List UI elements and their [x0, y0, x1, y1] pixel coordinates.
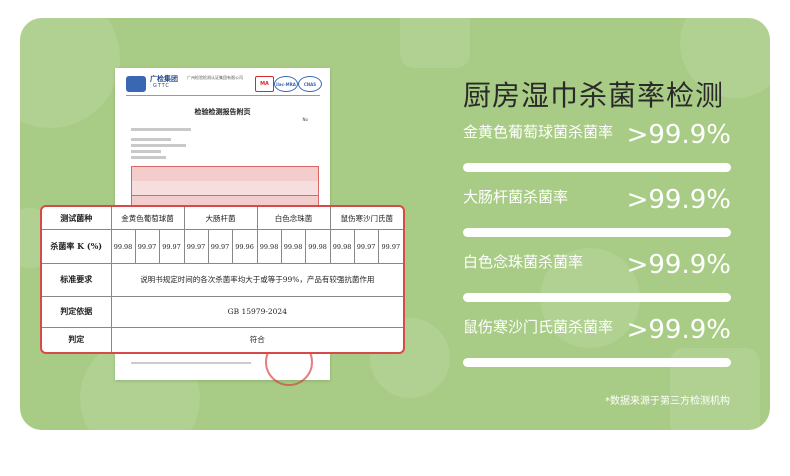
gttc-logo-icon [126, 76, 146, 92]
verdict-text: 符合 [110, 326, 403, 352]
result-name: 金黄色葡萄球菌杀菌率 [463, 123, 614, 141]
rate-cell: 99.97 [158, 229, 185, 265]
table-row: 杀菌率 K (%) 99.98 99.97 99.97 99.97 99.97 … [42, 229, 403, 265]
result-item: 大肠杆菌杀菌率 >99.9% [463, 185, 731, 237]
result-item: 金黄色葡萄球菌杀菌率 >99.9% [463, 120, 731, 172]
rate-cell: 99.97 [353, 229, 379, 265]
result-bar [463, 358, 731, 367]
ma-seal-icon: MA [255, 76, 274, 92]
rate-cell: 99.97 [377, 229, 403, 265]
text-line [131, 150, 161, 153]
text-line [131, 128, 191, 131]
text-line [131, 362, 251, 364]
table-row: 判定依据 GB 15979-2024 [42, 295, 403, 328]
ilac-seal-icon: ilac-MRA [274, 76, 298, 92]
report-org: 广州检验检测认证集团有限公司 [187, 75, 243, 80]
report-title: 检验检测报告附页 [194, 108, 251, 116]
text-line [131, 138, 171, 141]
rate-cell: 99.98 [280, 229, 306, 265]
text-line [131, 156, 166, 159]
verdict-label: 判定 [42, 326, 112, 352]
result-value: >99.9% [626, 250, 731, 280]
strain-name: 金黄色葡萄球菌 [110, 207, 185, 231]
result-item: 鼠伤寒沙门氏菌杀菌率 >99.9% [463, 315, 731, 367]
result-bar [463, 293, 731, 302]
basis-label: 判定依据 [42, 295, 112, 328]
rate-cell: 99.97 [207, 229, 233, 265]
result-name: 白色念珠菌杀菌率 [463, 253, 584, 271]
cnas-seal-icon: CNAS [298, 76, 322, 92]
result-bar [463, 163, 731, 172]
result-name: 大肠杆菌杀菌率 [463, 188, 569, 206]
result-value: >99.9% [626, 185, 731, 215]
strain-name: 鼠伤寒沙门氏菌 [329, 207, 403, 231]
strain-name: 大肠杆菌 [183, 207, 258, 231]
result-name: 鼠伤寒沙门氏菌杀菌率 [463, 318, 614, 336]
result-value: >99.9% [626, 120, 731, 150]
rate-label: 杀菌率 K (%) [42, 229, 112, 265]
mini-table-header [131, 166, 319, 182]
page-title: 厨房湿巾杀菌率检测 [463, 79, 725, 112]
decor-square [400, 18, 470, 68]
table-row: 标准要求 说明书规定时间的各次杀菌率均大于或等于99%，产品有较强抗菌作用 [42, 263, 403, 297]
result-value: >99.9% [626, 315, 731, 345]
table-row: 测试菌种 金黄色葡萄球菌 大肠杆菌 白色念珠菌 鼠伤寒沙门氏菌 [42, 207, 403, 231]
rate-cell: 99.97 [134, 229, 160, 265]
rate-cell: 99.96 [231, 229, 258, 265]
source-footnote: *数据来源于第三方检测机构 [605, 396, 730, 407]
rate-cell: 99.98 [110, 229, 136, 265]
divider [126, 95, 320, 96]
rate-cell: 99.98 [256, 229, 282, 265]
strain-header-label: 测试菌种 [42, 207, 112, 231]
strain-name: 白色念珠菌 [256, 207, 331, 231]
mini-table-row [131, 181, 319, 196]
table-row: 判定 符合 [42, 326, 403, 352]
rate-cell: 99.98 [304, 229, 331, 265]
rate-cell: 99.98 [329, 229, 355, 265]
text-line [131, 144, 186, 147]
result-bar [463, 228, 731, 237]
results-table: 测试菌种 金黄色葡萄球菌 大肠杆菌 白色念珠菌 鼠伤寒沙门氏菌 杀菌率 K (%… [40, 205, 405, 354]
requirement-label: 标准要求 [42, 263, 112, 297]
basis-text: GB 15979-2024 [110, 295, 403, 328]
result-item: 白色念珠菌杀菌率 >99.9% [463, 250, 731, 302]
report-number-mark: No [302, 117, 308, 122]
requirement-text: 说明书规定时间的各次杀菌率均大于或等于99%，产品有较强抗菌作用 [110, 263, 403, 297]
report-brand-en: GTTC [153, 83, 170, 89]
decor-circle [20, 18, 120, 128]
rate-cell: 99.97 [183, 229, 209, 265]
